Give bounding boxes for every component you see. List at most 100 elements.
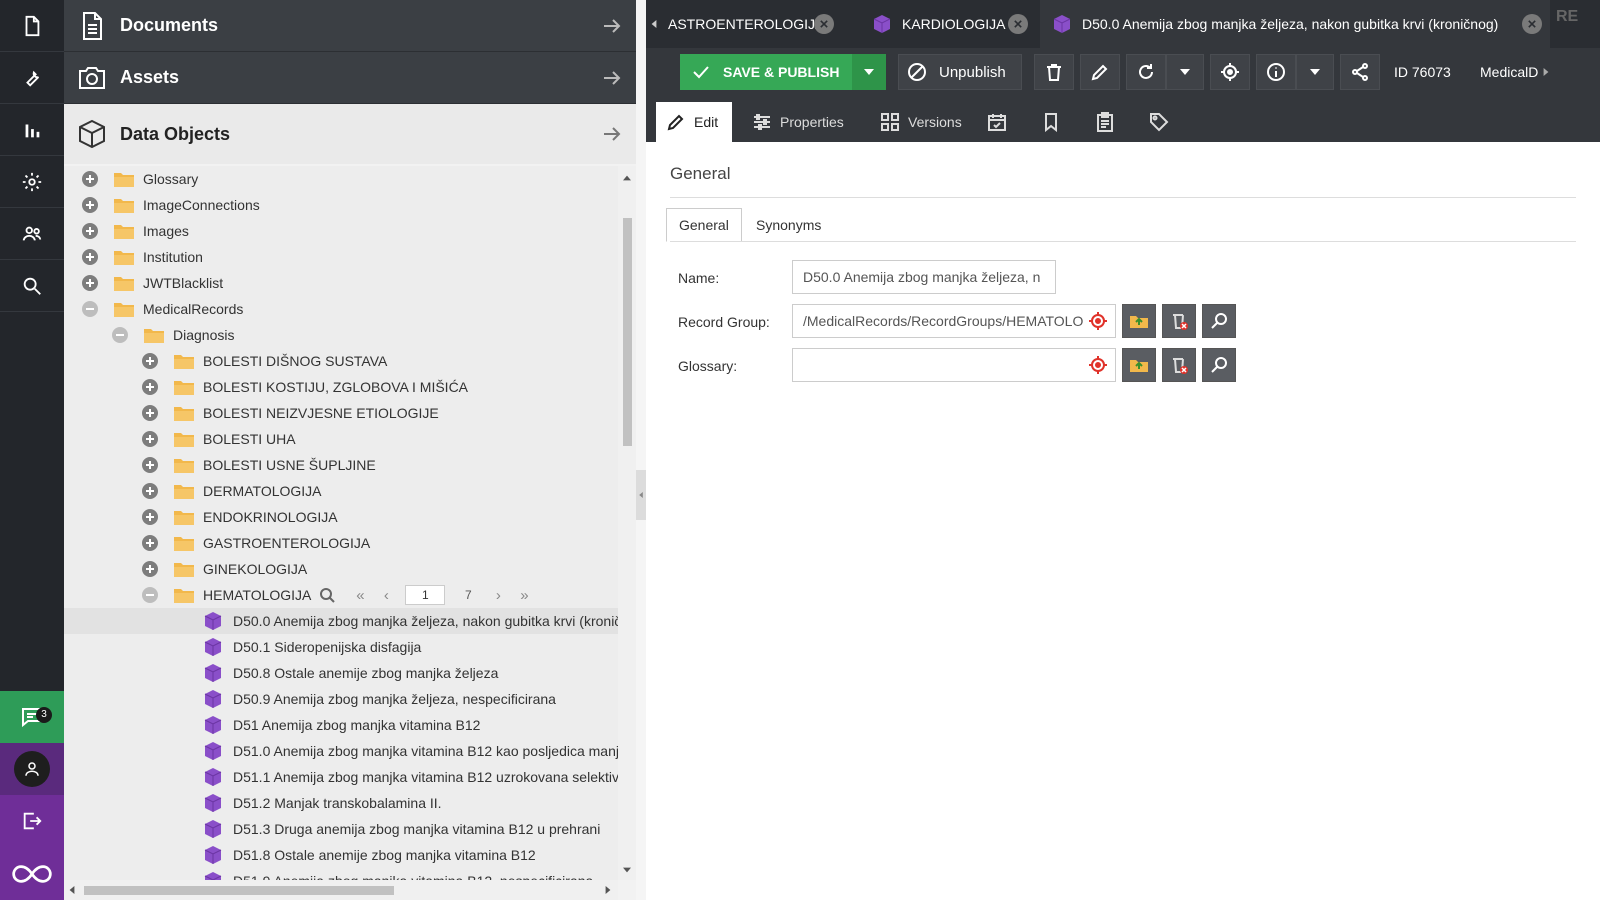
collapse-icon[interactable] bbox=[141, 586, 159, 604]
page-input[interactable]: 1 bbox=[405, 585, 446, 605]
delete-button[interactable] bbox=[1034, 54, 1074, 90]
locate-in-tree-button[interactable] bbox=[1210, 54, 1250, 90]
first-page-button[interactable]: « bbox=[347, 587, 373, 604]
tab-notes[interactable] bbox=[1026, 102, 1076, 142]
assets-accordion[interactable]: Assets bbox=[64, 52, 636, 104]
tab-edit[interactable]: Edit bbox=[656, 102, 732, 142]
notifications-button[interactable]: 3 bbox=[0, 691, 64, 743]
tree-vertical-scrollbar[interactable] bbox=[618, 166, 636, 880]
close-tab-button[interactable] bbox=[1008, 14, 1028, 34]
tree-folder[interactable]: GINEKOLOGIJA bbox=[64, 556, 618, 582]
tree-object[interactable]: D51.9 Anemija zbog manjka vitamina B12, … bbox=[64, 868, 618, 880]
rail-search-button[interactable] bbox=[0, 260, 64, 312]
tree-object[interactable]: D50.9 Anemija zbog manjka željeza, nespe… bbox=[64, 686, 618, 712]
record-group-search-button[interactable] bbox=[1202, 304, 1236, 338]
logout-button[interactable] bbox=[0, 795, 64, 847]
data-objects-accordion[interactable]: Data Objects bbox=[64, 104, 636, 164]
tree-folder[interactable]: Diagnosis bbox=[64, 322, 618, 348]
share-button[interactable] bbox=[1340, 54, 1380, 90]
record-group-field[interactable]: /MedicalRecords/RecordGroups/HEMATOLO bbox=[792, 304, 1116, 338]
expand-icon[interactable] bbox=[81, 222, 99, 240]
expand-icon[interactable] bbox=[81, 274, 99, 292]
info-button[interactable] bbox=[1256, 54, 1296, 90]
tree-folder[interactable]: DERMATOLOGIJA bbox=[64, 478, 618, 504]
tab-synonyms[interactable]: Synonyms bbox=[744, 208, 833, 242]
rail-users-button[interactable] bbox=[0, 208, 64, 260]
reload-button[interactable] bbox=[1126, 54, 1166, 90]
expand-icon[interactable] bbox=[141, 560, 159, 578]
rail-documents-button[interactable] bbox=[0, 0, 64, 52]
tree-folder[interactable]: HEMATOLOGIJA «‹ 1 7 ›» bbox=[64, 582, 618, 608]
expand-icon[interactable] bbox=[141, 456, 159, 474]
tree-folder[interactable]: BOLESTI DIŠNOG SUSTAVA bbox=[64, 348, 618, 374]
tree-folder[interactable]: JWTBlacklist bbox=[64, 270, 618, 296]
expand-icon[interactable] bbox=[141, 482, 159, 500]
expand-icon[interactable] bbox=[81, 170, 99, 188]
glossary-clear-button[interactable] bbox=[1162, 348, 1196, 382]
close-tab-button[interactable] bbox=[1522, 14, 1542, 34]
tree-folder[interactable]: BOLESTI NEIZVJESNE ETIOLOGIJE bbox=[64, 400, 618, 426]
name-field[interactable]: D50.0 Anemija zbog manjka željeza, n bbox=[792, 260, 1056, 294]
tab-general[interactable]: General bbox=[666, 208, 742, 242]
open-element-icon[interactable] bbox=[1088, 311, 1108, 331]
tree-object[interactable]: D51 Anemija zbog manjka vitamina B12 bbox=[64, 712, 618, 738]
tab-workflow[interactable] bbox=[1080, 102, 1130, 142]
expand-icon[interactable] bbox=[81, 248, 99, 266]
tree-folder[interactable]: Institution bbox=[64, 244, 618, 270]
tab-gastroenterologija[interactable]: ASTROENTEROLOGIJA bbox=[646, 0, 852, 48]
tree-object[interactable]: D50.8 Ostale anemije zbog manjka željeza bbox=[64, 660, 618, 686]
search-icon[interactable] bbox=[319, 587, 336, 603]
open-element-icon[interactable] bbox=[1088, 355, 1108, 375]
prev-page-button[interactable]: ‹ bbox=[373, 587, 399, 604]
glossary-select-button[interactable] bbox=[1122, 348, 1156, 382]
documents-accordion[interactable]: Documents bbox=[64, 0, 636, 52]
collapse-panel-handle[interactable] bbox=[636, 470, 646, 520]
last-page-button[interactable]: » bbox=[511, 587, 537, 604]
tree-horizontal-scroll-thumb[interactable] bbox=[84, 886, 394, 895]
expand-icon[interactable] bbox=[141, 378, 159, 396]
tree-object[interactable]: D51.0 Anemija zbog manjka vitamina B12 k… bbox=[64, 738, 618, 764]
save-options-dropdown[interactable] bbox=[852, 54, 886, 90]
tree-object[interactable]: D50.1 Sideropenijska disfagija bbox=[64, 634, 618, 660]
tab-d50-0[interactable]: D50.0 Anemija zbog manjka željeza, nakon… bbox=[1040, 0, 1550, 48]
expand-icon[interactable] bbox=[81, 196, 99, 214]
record-group-clear-button[interactable] bbox=[1162, 304, 1196, 338]
tree-folder[interactable]: BOLESTI USNE ŠUPLJINE bbox=[64, 452, 618, 478]
tree-folder[interactable]: BOLESTI UHA bbox=[64, 426, 618, 452]
expand-icon[interactable] bbox=[141, 352, 159, 370]
tree-object[interactable]: D51.3 Druga anemija zbog manjka vitamina… bbox=[64, 816, 618, 842]
glossary-search-button[interactable] bbox=[1202, 348, 1236, 382]
tree-folder[interactable]: Images bbox=[64, 218, 618, 244]
tree-vertical-scroll-thumb[interactable] bbox=[623, 218, 632, 446]
rail-tools-button[interactable] bbox=[0, 52, 64, 104]
rail-reports-button[interactable] bbox=[0, 104, 64, 156]
rename-button[interactable] bbox=[1080, 54, 1120, 90]
tree-folder[interactable]: Glossary bbox=[64, 166, 618, 192]
tree-folder[interactable]: GASTROENTEROLOGIJA bbox=[64, 530, 618, 556]
tree-object[interactable]: D50.0 Anemija zbog manjka željeza, nakon… bbox=[64, 608, 618, 634]
unpublish-button[interactable]: Unpublish bbox=[898, 54, 1022, 90]
tree-object[interactable]: D51.1 Anemija zbog manjka vitamina B12 u… bbox=[64, 764, 618, 790]
next-page-button[interactable]: › bbox=[485, 587, 511, 604]
expand-icon[interactable] bbox=[141, 404, 159, 422]
reload-options-dropdown[interactable] bbox=[1166, 54, 1204, 90]
tree-object[interactable]: D51.2 Manjak transkobalamina II. bbox=[64, 790, 618, 816]
expand-icon[interactable] bbox=[141, 508, 159, 526]
user-profile-button[interactable] bbox=[0, 743, 64, 795]
tab-tags[interactable] bbox=[1134, 102, 1184, 142]
tab-versions[interactable]: Versions bbox=[870, 102, 972, 142]
tree-folder[interactable]: ImageConnections bbox=[64, 192, 618, 218]
expand-icon[interactable] bbox=[141, 534, 159, 552]
info-options-dropdown[interactable] bbox=[1296, 54, 1334, 90]
tree-object[interactable]: D51.8 Ostale anemije zbog manjka vitamin… bbox=[64, 842, 618, 868]
expand-icon[interactable] bbox=[141, 430, 159, 448]
tab-properties[interactable]: Properties bbox=[742, 102, 854, 142]
tab-kardiologija[interactable]: KARDIOLOGIJA bbox=[860, 0, 1036, 48]
glossary-field[interactable] bbox=[792, 348, 1116, 382]
tree-horizontal-scrollbar[interactable] bbox=[64, 880, 618, 900]
panel-splitter[interactable] bbox=[636, 0, 646, 900]
close-tab-button[interactable] bbox=[814, 14, 834, 34]
tree-folder[interactable]: BOLESTI KOSTIJU, ZGLOBOVA I MIŠIĆA bbox=[64, 374, 618, 400]
tree-folder[interactable]: MedicalRecords bbox=[64, 296, 618, 322]
collapse-icon[interactable] bbox=[81, 300, 99, 318]
